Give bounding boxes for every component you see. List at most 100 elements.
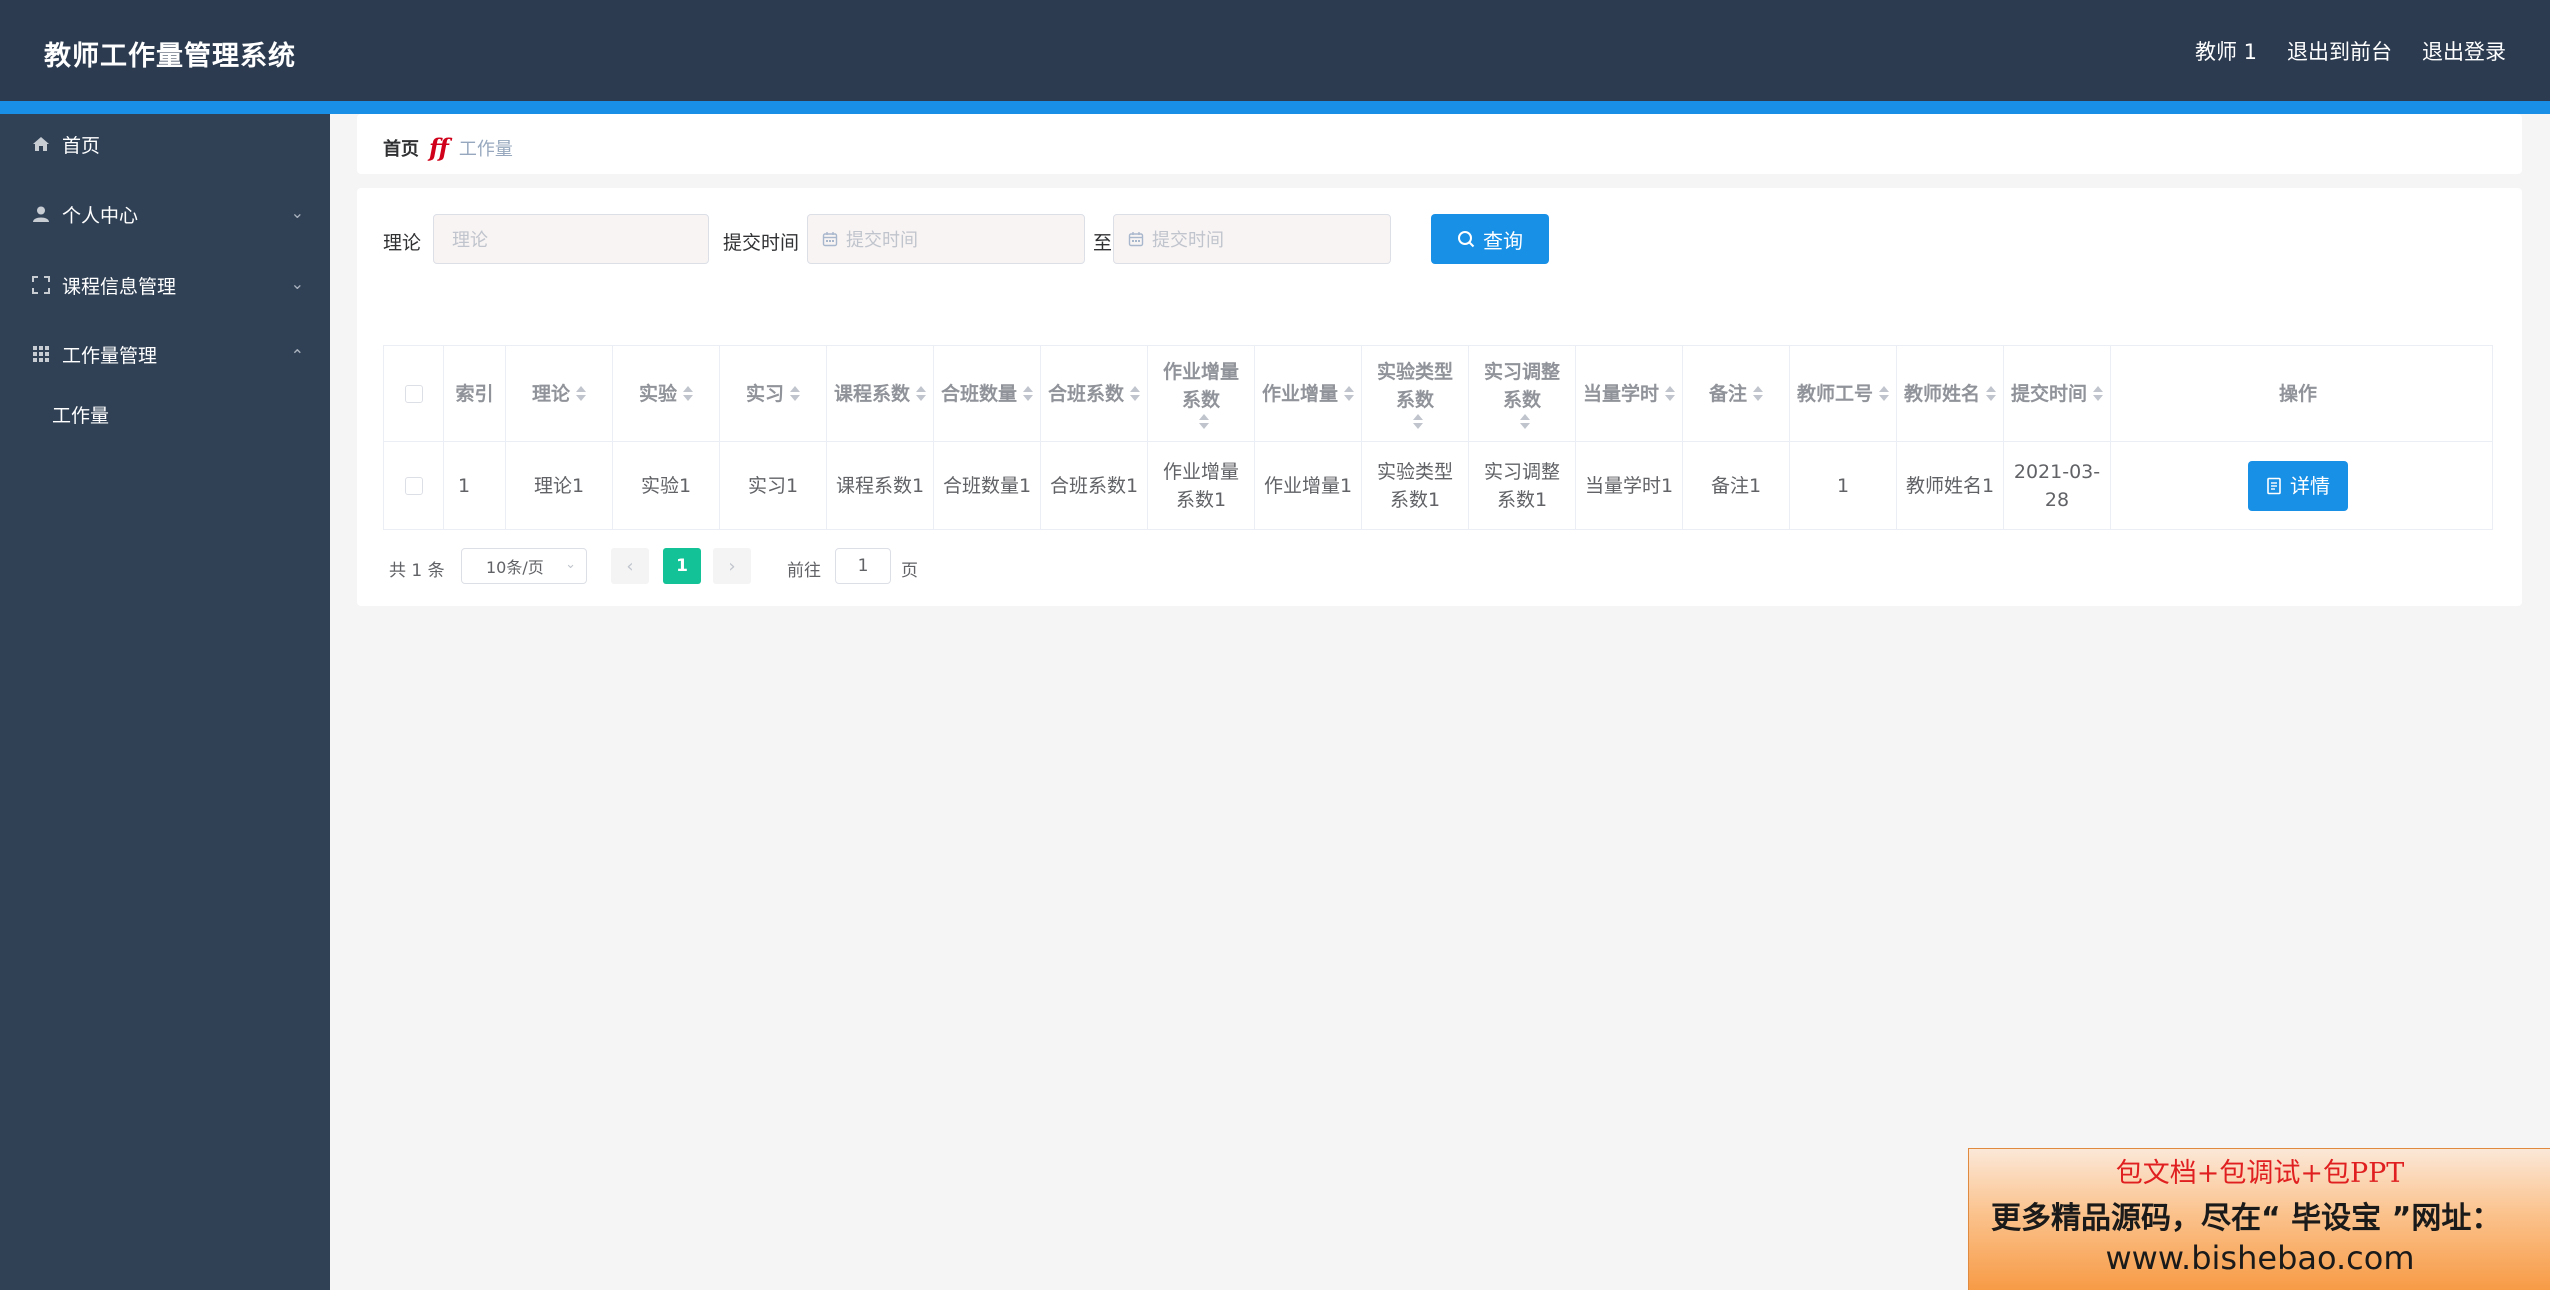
cell-experiment: 实验1 <box>613 442 720 529</box>
workload-table: 索引 理论 实验 实习 课程系数 合班数量 合班系数 作业增量系数 作业增量 实验类型系数 实习调整… <box>383 345 2493 530</box>
breadcrumb-card: 首页 ff 工作量 <box>357 114 2522 174</box>
prev-page-button[interactable]: ‹ <box>611 548 649 584</box>
column-header-internship[interactable]: 实习 <box>720 346 827 441</box>
table-header: 索引 理论 实验 实习 课程系数 合班数量 合班系数 作业增量系数 作业增量 实验类型系数 实习调整… <box>384 346 2492 442</box>
column-header-hw_inc_coef[interactable]: 作业增量系数 <box>1148 346 1255 441</box>
row-checkbox[interactable] <box>404 476 423 495</box>
table-row: 1 理论1 实验1 实习1 课程系数1 合班数量1 合班系数1 作业增量系数1 作业增量1 实验类… <box>384 442 2492 529</box>
logout-link[interactable]: 退出登录 <box>2422 36 2506 66</box>
page-number-current[interactable]: 1 <box>663 548 701 584</box>
sidebar-item-label: 工作量管理 <box>62 344 158 367</box>
start-date-input[interactable]: 提交时间 <box>807 214 1085 264</box>
column-header-label: 备注 <box>1708 382 1747 405</box>
chevron-down-icon: ⌄ <box>565 557 576 572</box>
sort-caret-icon[interactable] <box>1665 386 1675 401</box>
search-button[interactable]: 查询 <box>1431 214 1549 264</box>
column-header-label: 作业增量 <box>1261 382 1338 405</box>
cell-course_coef: 课程系数1 <box>827 442 934 529</box>
sort-caret-icon[interactable] <box>790 386 800 401</box>
cell-actions: 详情 <box>2111 442 2485 529</box>
exit-to-frontend-link[interactable]: 退出到前台 <box>2287 36 2392 66</box>
column-header-merge_count[interactable]: 合班数量 <box>934 346 1041 441</box>
sidebar-item-personal-center[interactable]: 个人中心 ⌄ <box>0 184 330 244</box>
column-header-teacher_no[interactable]: 教师工号 <box>1790 346 1897 441</box>
pagination-total: 共 1 条 <box>389 561 445 581</box>
sort-caret-icon[interactable] <box>1413 414 1423 429</box>
select-all-checkbox[interactable] <box>404 384 423 403</box>
detail-button-label: 详情 <box>2290 473 2330 498</box>
end-date-input[interactable]: 提交时间 <box>1113 214 1391 264</box>
sidebar: 首页 个人中心 ⌄ 课程信息管理 ⌄ 工作量管理 ⌃ 工作量 <box>0 114 330 1290</box>
theory-label: 理论 <box>383 232 422 254</box>
column-header-index: 索引 <box>444 346 506 441</box>
sidebar-item-label: 首页 <box>62 134 101 157</box>
cell-hw_inc: 作业增量1 <box>1255 442 1362 529</box>
sort-caret-icon[interactable] <box>1753 386 1763 401</box>
breadcrumb-separator: ff <box>429 133 449 162</box>
column-header-merge_coef[interactable]: 合班系数 <box>1041 346 1148 441</box>
column-header-hw_inc[interactable]: 作业增量 <box>1255 346 1362 441</box>
column-header-label: 作业增量系数 <box>1162 361 1239 411</box>
sort-caret-icon[interactable] <box>1986 386 1996 401</box>
grid-icon <box>30 343 52 365</box>
sidebar-item-home[interactable]: 首页 <box>0 114 330 174</box>
column-header-label: 当量学时 <box>1582 382 1659 405</box>
next-page-button[interactable]: › <box>713 548 751 584</box>
column-header-label: 提交时间 <box>2010 382 2087 405</box>
column-header-intern_adj_coef[interactable]: 实习调整系数 <box>1469 346 1576 441</box>
cell-internship: 实习1 <box>720 442 827 529</box>
breadcrumb: 首页 ff 工作量 <box>383 133 513 162</box>
sort-caret-icon[interactable] <box>1199 414 1209 429</box>
theory-input[interactable]: 理论 <box>433 214 709 264</box>
sort-caret-icon[interactable] <box>916 386 926 401</box>
sort-caret-icon[interactable] <box>1520 414 1530 429</box>
to-label: 至 <box>1093 232 1113 254</box>
breadcrumb-home[interactable]: 首页 <box>383 135 419 161</box>
column-header-label: 操作 <box>2278 382 2317 405</box>
sidebar-item-label: 个人中心 <box>62 204 139 227</box>
cell-remark: 备注1 <box>1683 442 1790 529</box>
page-size-value: 10条/页 <box>486 558 544 577</box>
sidebar-subitem-workload[interactable]: 工作量 <box>0 384 330 444</box>
end-date-placeholder: 提交时间 <box>1152 230 1224 251</box>
sort-caret-icon[interactable] <box>1344 386 1354 401</box>
sort-caret-icon[interactable] <box>2093 386 2103 401</box>
cell-theory: 理论1 <box>506 442 613 529</box>
column-header-experiment[interactable]: 实验 <box>613 346 720 441</box>
sidebar-item-workload-mgmt[interactable]: 工作量管理 ⌃ <box>0 324 330 384</box>
search-form: 理论 理论 提交时间 提交时间 至 提交时间 查询 <box>383 214 2483 264</box>
pagination: 共 1 条 10条/页 ⌄ ‹ 1 › 前往 1 页 <box>389 546 1089 586</box>
top-links: 教师 1 退出到前台 退出登录 <box>2195 36 2506 66</box>
sort-caret-icon[interactable] <box>1879 386 1889 401</box>
column-header-label: 理论 <box>531 382 570 405</box>
page-size-select[interactable]: 10条/页 ⌄ <box>461 548 587 584</box>
breadcrumb-current: 工作量 <box>458 138 513 160</box>
sort-caret-icon[interactable] <box>683 386 693 401</box>
app-title: 教师工作量管理系统 <box>44 41 296 72</box>
column-header-remark[interactable]: 备注 <box>1683 346 1790 441</box>
page-label: 页 <box>901 561 918 581</box>
column-header-equiv_hours[interactable]: 当量学时 <box>1576 346 1683 441</box>
frame-icon <box>30 274 52 296</box>
column-header-label: 合班系数 <box>1047 382 1124 405</box>
column-header-course_coef[interactable]: 课程系数 <box>827 346 934 441</box>
current-user-link[interactable]: 教师 1 <box>2195 36 2257 66</box>
cell-index: 1 <box>444 442 506 529</box>
column-header-teacher_name[interactable]: 教师姓名 <box>1897 346 2004 441</box>
submit-time-label: 提交时间 <box>723 232 800 254</box>
column-header-submit_time[interactable]: 提交时间 <box>2004 346 2111 441</box>
column-header-exp_type_coef[interactable]: 实验类型系数 <box>1362 346 1469 441</box>
calendar-icon <box>822 232 838 247</box>
sidebar-item-course-info[interactable]: 课程信息管理 ⌄ <box>0 255 330 315</box>
sort-caret-icon[interactable] <box>576 386 586 401</box>
main-card: 理论 理论 提交时间 提交时间 至 提交时间 查询 索引 理论 实验 实习 课程系数 合班… <box>357 188 2522 606</box>
goto-page-input[interactable]: 1 <box>835 548 891 584</box>
chevron-right-icon: › <box>728 555 736 577</box>
sort-caret-icon[interactable] <box>1023 386 1033 401</box>
promo-banner: 包文档+包调试+包PPT 更多精品源码，尽在“ 毕设宝 ”网址： www.bis… <box>1968 1148 2550 1290</box>
column-header-label: 实习调整系数 <box>1483 361 1560 411</box>
column-header-theory[interactable]: 理论 <box>506 346 613 441</box>
sidebar-item-label: 课程信息管理 <box>62 275 177 298</box>
sort-caret-icon[interactable] <box>1130 386 1140 401</box>
detail-button[interactable]: 详情 <box>2248 460 2348 511</box>
